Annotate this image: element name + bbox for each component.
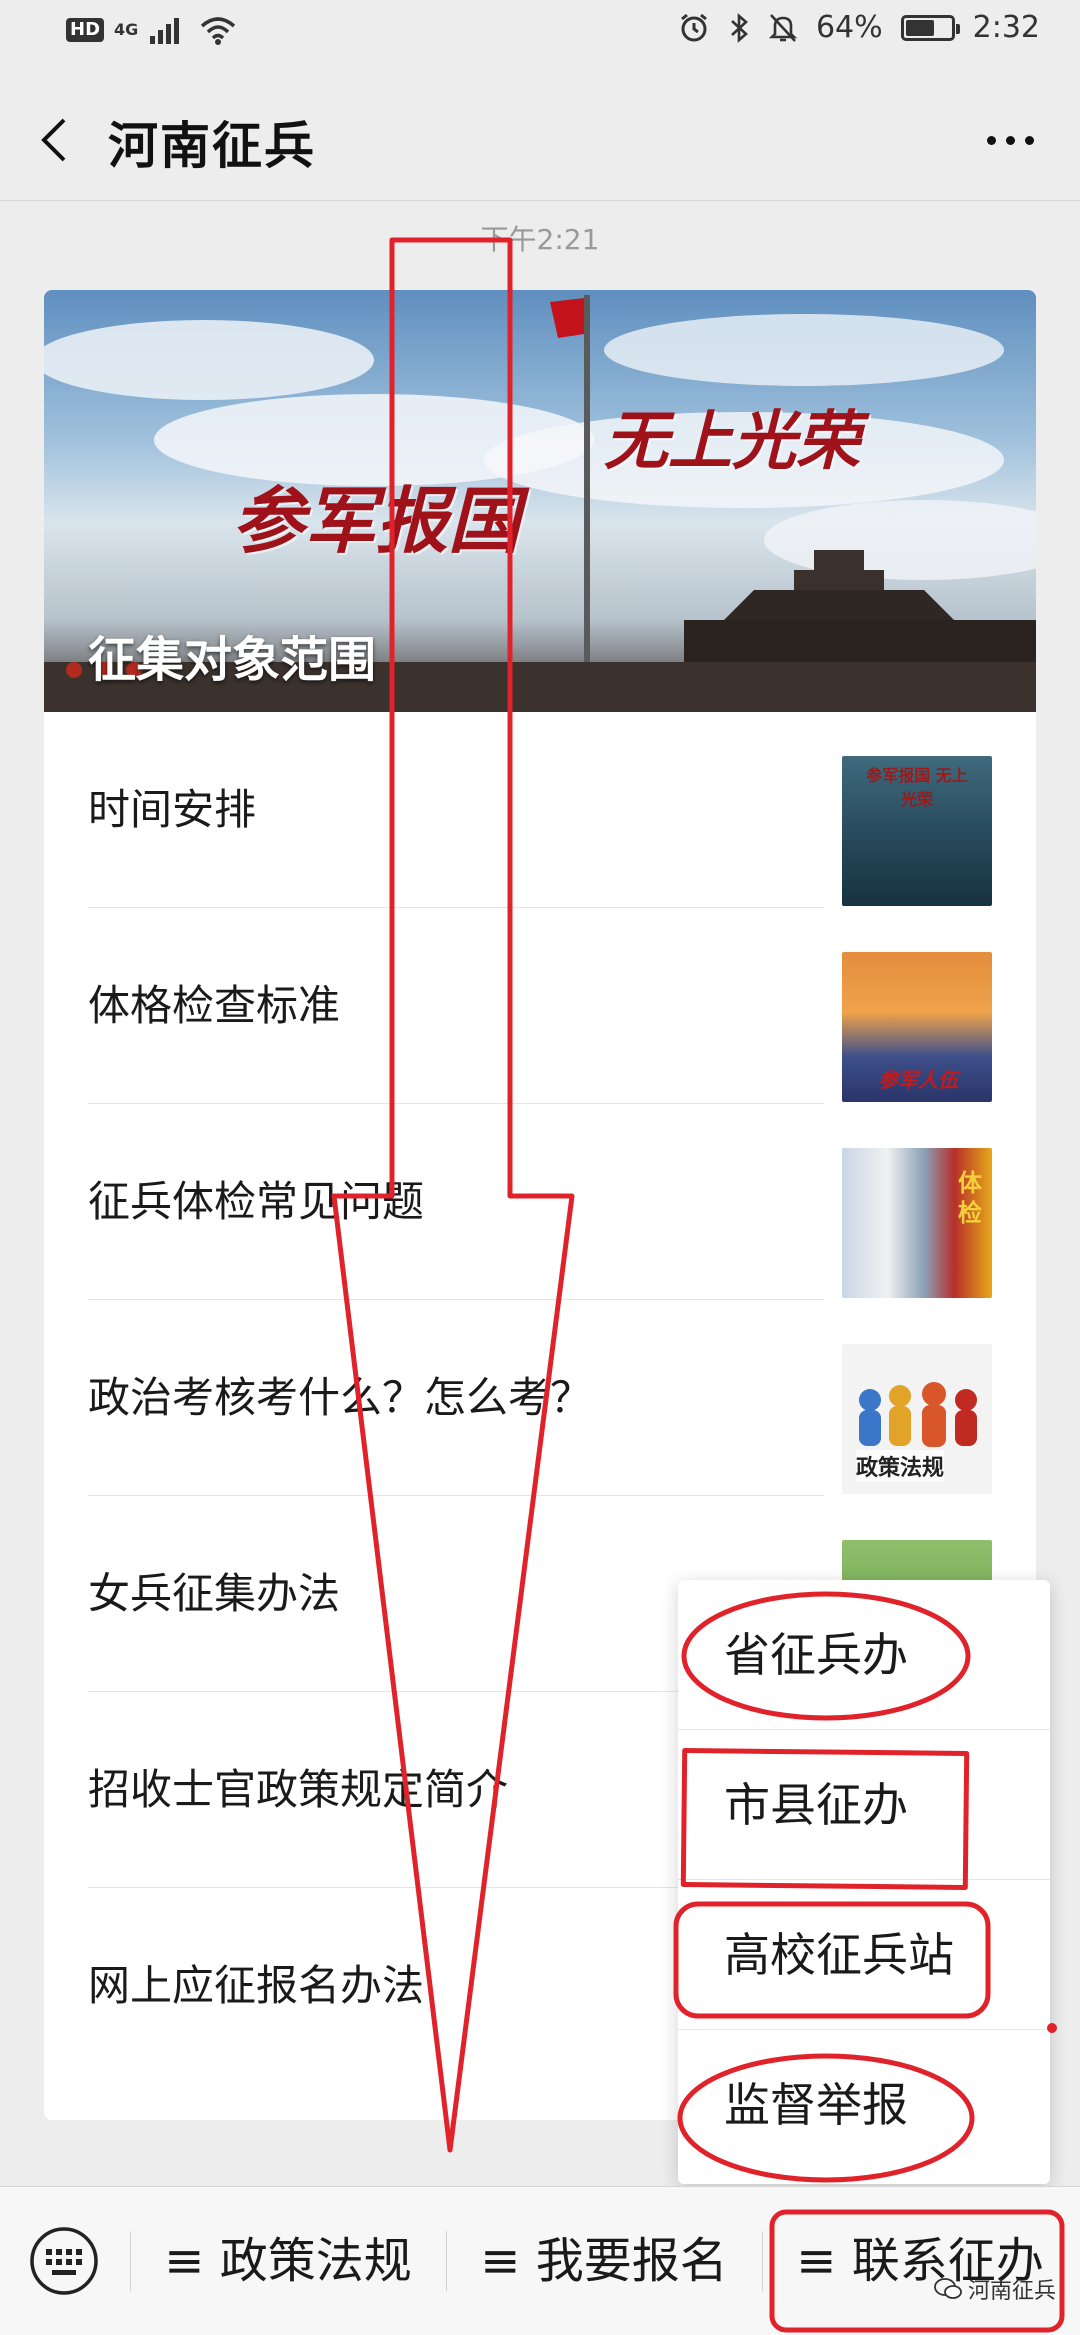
submenu-item-label: 市县征办 — [724, 1778, 908, 1832]
contact-submenu: 省征兵办 市县征办 高校征兵站 监督举报 — [678, 1580, 1050, 2184]
wechat-logo-icon — [934, 2278, 962, 2299]
thumbnail-caption: 参军报国 无上光荣 — [866, 766, 968, 809]
chevron-left-icon — [41, 118, 66, 162]
battery-percent: 64% — [815, 10, 883, 45]
article-thumbnail: 参军报国 无上光荣 — [842, 756, 992, 906]
thumbnail-caption: 政策法规 — [856, 1450, 945, 1482]
article-item[interactable]: 时间安排 参军报国 无上光荣 — [44, 712, 1036, 908]
submenu-item-provincial-office[interactable]: 省征兵办 — [678, 1580, 1050, 1730]
submenu-item-supervision-report[interactable]: 监督举报 — [678, 2030, 1050, 2180]
cover-slogan-2: 无上光荣 — [604, 404, 860, 479]
message-timestamp: 下午2:21 — [480, 223, 600, 256]
watermark: 河南征兵 — [934, 2273, 1056, 2305]
title-bar: 河南征兵 — [0, 80, 1080, 201]
thumbnail-caption: 参军人伍 — [878, 1068, 958, 1092]
cover-slogan-1: 参军报国 — [232, 478, 521, 563]
article-cover[interactable]: 参军报国 无上光荣 征集对象范围 — [44, 290, 1036, 712]
more-dot-icon — [1024, 135, 1034, 145]
menu-policy-regulations[interactable]: ≡ 政策法规 — [130, 2187, 446, 2335]
article-thumbnail: 政策法规 — [842, 1344, 992, 1494]
article-item-title: 征兵体检常见问题 — [88, 1177, 425, 1226]
clock: 2:32 — [972, 10, 1040, 45]
article-item-title: 网上应征报名办法 — [88, 1961, 425, 2010]
submenu-item-label: 监督举报 — [724, 2078, 908, 2132]
cover-title: 征集对象范围 — [88, 632, 377, 688]
network-label: 4G — [114, 20, 139, 39]
more-dot-icon — [986, 135, 996, 145]
menu-register[interactable]: ≡ 我要报名 — [446, 2187, 762, 2335]
mute-icon — [768, 13, 798, 42]
signal-icon — [150, 18, 180, 44]
article-item[interactable]: 征兵体检常见问题 体检 — [44, 1104, 1036, 1300]
submenu-item-label: 省征兵办 — [724, 1628, 908, 1682]
page-title: 河南征兵 — [108, 117, 316, 175]
keyboard-icon — [30, 2227, 98, 2295]
wifi-icon — [201, 17, 236, 45]
more-dot-icon — [1005, 135, 1015, 145]
status-right: 64% 2:32 — [678, 10, 1040, 45]
menu-contact-office[interactable]: ≡ 联系征办 — [762, 2187, 1078, 2335]
more-options-button[interactable] — [970, 108, 1050, 172]
battery-icon — [900, 14, 960, 41]
article-item-title: 女兵征集办法 — [88, 1569, 341, 1618]
bluetooth-icon — [731, 12, 748, 43]
thumbnail-caption: 体检 — [958, 1169, 982, 1227]
watermark-text: 河南征兵 — [967, 2279, 1056, 2304]
article-item-title: 政治考核考什么？怎么考？ — [88, 1373, 593, 1422]
hd-badge: HD — [66, 18, 105, 42]
submenu-item-university-station[interactable]: 高校征兵站 — [678, 1880, 1050, 2030]
article-item[interactable]: 体格检查标准 参军人伍 — [44, 908, 1036, 1104]
submenu-item-label: 高校征兵站 — [724, 1928, 954, 1982]
bottom-menu-bar: ≡ 政策法规 ≡ 我要报名 ≡ 联系征办 河南征兵 — [0, 2186, 1080, 2335]
article-item-title: 时间安排 — [88, 785, 257, 834]
back-button[interactable] — [34, 108, 94, 172]
battery-fill — [905, 19, 934, 36]
article-thumbnail: 参军人伍 — [842, 952, 992, 1102]
alarm-icon — [681, 13, 707, 41]
article-item[interactable]: 政治考核考什么？怎么考？ 政策法规 — [44, 1300, 1036, 1496]
submenu-item-city-county-office[interactable]: 市县征办 — [678, 1730, 1050, 1880]
status-bar: HD 4G 64% 2:32 — [0, 0, 1080, 66]
article-item-title: 招收士官政策规定简介 — [88, 1765, 509, 1814]
article-item-title: 体格检查标准 — [88, 981, 341, 1030]
article-thumbnail: 体检 — [842, 1148, 992, 1298]
status-left: HD 4G — [66, 14, 238, 46]
keyboard-toggle-button[interactable] — [28, 2225, 100, 2297]
